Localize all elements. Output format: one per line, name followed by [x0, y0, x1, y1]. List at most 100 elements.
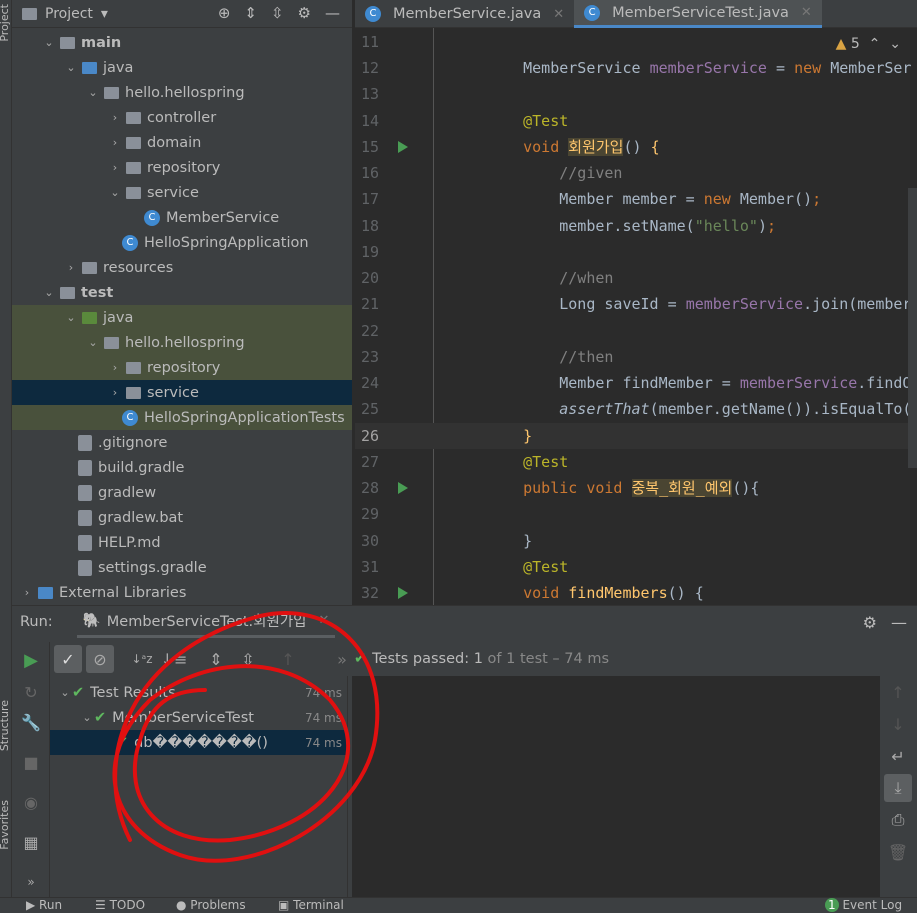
down-arrow-icon[interactable]: ↓: [884, 710, 912, 738]
code-line[interactable]: 16 //given: [355, 160, 917, 186]
chevron-right-icon[interactable]: ›: [108, 111, 122, 124]
editor-tab[interactable]: C MemberService.java ✕: [355, 0, 574, 28]
rerun-icon[interactable]: ▶: [17, 646, 45, 674]
project-tree-item[interactable]: ⌄ java: [12, 305, 352, 330]
chevron-down-icon[interactable]: ⌄: [80, 711, 94, 724]
code-line[interactable]: 14 @Test: [355, 108, 917, 134]
project-tree-item[interactable]: build.gradle: [12, 455, 352, 480]
project-tree-item[interactable]: HELP.md: [12, 530, 352, 555]
code-line[interactable]: 27 @Test: [355, 449, 917, 475]
code-line[interactable]: 25 assertThat(member.getName()).isEqualT…: [355, 396, 917, 422]
project-tree-item[interactable]: C HelloSpringApplication: [12, 230, 352, 255]
sort-duration-icon[interactable]: ↓≡: [160, 645, 188, 673]
close-icon[interactable]: ✕: [553, 7, 564, 22]
code-line[interactable]: 22: [355, 318, 917, 344]
code-line[interactable]: 13: [355, 81, 917, 107]
code-line[interactable]: 17 Member member = new Member();: [355, 186, 917, 212]
code-line[interactable]: 21 Long saveId = memberService.join(memb…: [355, 291, 917, 317]
problems-tool-button[interactable]: ● Problems: [176, 898, 246, 912]
eye-icon[interactable]: ◉: [17, 788, 45, 816]
chevron-right-icon[interactable]: ›: [20, 586, 34, 599]
chevron-down-icon[interactable]: ⌄: [58, 686, 72, 699]
terminal-tool-button[interactable]: ▣ Terminal: [278, 898, 344, 912]
layout-icon[interactable]: ▦: [17, 828, 45, 856]
close-icon[interactable]: ✕: [801, 5, 812, 20]
chevron-down-icon[interactable]: ⌄: [42, 36, 56, 49]
chevron-right-icon[interactable]: ›: [108, 161, 122, 174]
more-icon[interactable]: »: [328, 645, 356, 673]
scroll-to-end-icon[interactable]: ⤓: [884, 774, 912, 802]
structure-tool-label[interactable]: Structure: [0, 700, 11, 751]
wrench-icon[interactable]: 🔧: [17, 708, 45, 736]
collapse-all-icon[interactable]: ⇳: [271, 4, 284, 22]
show-passed-toggle[interactable]: ✓: [54, 645, 82, 673]
run-test-icon[interactable]: [398, 140, 408, 153]
rerun-failed-icon[interactable]: ↻: [17, 678, 45, 706]
inspection-widget[interactable]: ▲ 5 ⌃ ⌄: [836, 36, 901, 52]
trash-icon[interactable]: 🗑: [884, 838, 912, 866]
hide-icon[interactable]: —: [325, 4, 340, 22]
project-tree-item[interactable]: › resources: [12, 255, 352, 280]
project-tree-item[interactable]: ⌄ main: [12, 30, 352, 55]
close-icon[interactable]: ✕: [319, 613, 330, 628]
console-output[interactable]: [352, 676, 880, 898]
chevron-down-icon[interactable]: ⌄: [108, 186, 122, 199]
project-tree-item[interactable]: gradlew: [12, 480, 352, 505]
todo-tool-button[interactable]: ☰ TODO: [95, 898, 145, 912]
test-result-item[interactable]: ⌄ ✔ Test Results 74 ms: [50, 680, 348, 705]
chevron-right-icon[interactable]: ›: [108, 136, 122, 149]
code-line[interactable]: 23 //then: [355, 344, 917, 370]
editor-tab[interactable]: C MemberServiceTest.java ✕: [574, 0, 822, 28]
chevron-right-icon[interactable]: ›: [108, 386, 122, 399]
chevron-down-icon[interactable]: ⌄: [42, 286, 56, 299]
project-tree-item[interactable]: ⌄ hello.hellospring: [12, 330, 352, 355]
test-result-item[interactable]: ⌄ ✔ MemberServiceTest 74 ms: [50, 705, 348, 730]
project-tree-item[interactable]: › repository: [12, 355, 352, 380]
chevron-down-icon[interactable]: ⌄: [86, 86, 100, 99]
chevron-down-icon[interactable]: ⌄: [64, 311, 78, 324]
code-line[interactable]: 20 //when: [355, 265, 917, 291]
print-icon[interactable]: ⎙: [884, 806, 912, 834]
project-tool-label[interactable]: Project: [0, 4, 11, 42]
project-tree-item[interactable]: C MemberService: [12, 205, 352, 230]
code-line[interactable]: 26 }: [355, 422, 917, 449]
project-tree-item[interactable]: gradlew.bat: [12, 505, 352, 530]
project-tree-item[interactable]: ⌄ hello.hellospring: [12, 80, 352, 105]
code-line[interactable]: 12 MemberService memberService = new Mem…: [355, 55, 917, 81]
gear-icon[interactable]: ⚙: [298, 4, 311, 22]
more-icon[interactable]: »: [17, 868, 45, 896]
collapse-all-icon[interactable]: ⇳: [234, 645, 262, 673]
code-line[interactable]: 30 }: [355, 528, 917, 554]
test-result-item[interactable]: ✔ db�������() 74 ms: [50, 730, 348, 755]
code-editor[interactable]: ▲ 5 ⌃ ⌄ 11 12 MemberService memberService…: [355, 28, 917, 605]
stop-icon[interactable]: ■: [17, 748, 45, 776]
project-tree-item[interactable]: ⌄ java: [12, 55, 352, 80]
editor-scrollbar[interactable]: [908, 188, 917, 468]
chevron-down-icon[interactable]: ⌄: [86, 336, 100, 349]
project-tree-item[interactable]: C HelloSpringApplicationTests: [12, 405, 352, 430]
up-arrow-icon[interactable]: ↑: [884, 678, 912, 706]
code-line[interactable]: 19: [355, 239, 917, 265]
soft-wrap-icon[interactable]: ↵: [884, 742, 912, 770]
project-tree-item[interactable]: › controller: [12, 105, 352, 130]
project-tree-item[interactable]: .gitignore: [12, 430, 352, 455]
prev-failed-icon[interactable]: ↑: [274, 645, 302, 673]
code-line[interactable]: 29: [355, 501, 917, 527]
code-line[interactable]: 15 void 회원가입() {: [355, 134, 917, 160]
code-line[interactable]: 24 Member findMember = memberService.fin…: [355, 370, 917, 396]
code-line[interactable]: 28 public void 중복_회원_예외(){: [355, 475, 917, 501]
run-tool-button[interactable]: ▶ Run: [26, 898, 62, 912]
show-ignored-toggle[interactable]: ⊘: [86, 645, 114, 673]
run-test-icon[interactable]: [398, 587, 408, 600]
expand-all-icon[interactable]: ⇕: [202, 645, 230, 673]
project-title[interactable]: Project: [45, 6, 93, 22]
code-line[interactable]: 18 member.setName("hello");: [355, 213, 917, 239]
chevron-right-icon[interactable]: ›: [64, 261, 78, 274]
run-tab[interactable]: 🐘 MemberServiceTest.회원가입 ✕: [76, 606, 336, 638]
code-line[interactable]: 32 void findMembers() {: [355, 580, 917, 605]
project-tree-item[interactable]: settings.gradle: [12, 555, 352, 580]
hide-icon[interactable]: —: [891, 613, 907, 632]
project-tree-item[interactable]: ⌄ test: [12, 280, 352, 305]
project-tree-item[interactable]: › service: [12, 380, 352, 405]
project-tree-item[interactable]: › repository: [12, 155, 352, 180]
